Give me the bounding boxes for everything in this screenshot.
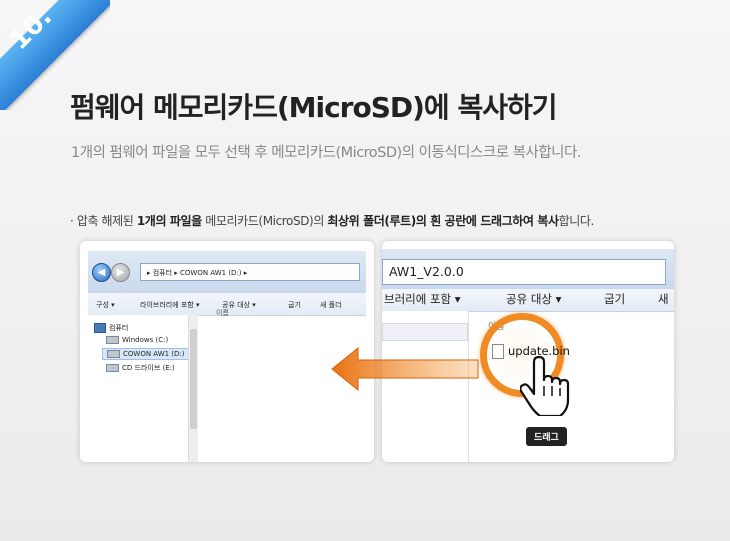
computer-icon	[94, 323, 106, 333]
toolbar-burn[interactable]: 굽기	[288, 300, 301, 310]
page-subtitle: 1개의 펌웨어 파일을 모두 선택 후 메모리카드(MicroSD)의 이동식디…	[71, 145, 581, 161]
toolbar-new[interactable]: 새	[658, 291, 669, 307]
address-input[interactable]: ▸ 컴퓨터 ▸ COWON AW1 (D:) ▸	[140, 263, 360, 281]
address-input[interactable]: AW1_V2.0.0	[382, 259, 666, 285]
navigation-pane: 컴퓨터 Windows (C:) COWON AW1 (D:) CD 드라이브 …	[88, 315, 197, 462]
scrollbar-thumb[interactable]	[190, 329, 197, 429]
instruction-prefix: · 압축 해제된	[70, 214, 137, 228]
drag-label: 드래그	[526, 427, 567, 446]
drive-icon	[107, 350, 120, 358]
tree-item-cd-e[interactable]: CD 드라이브 (E:)	[106, 363, 175, 373]
nav-selected-item[interactable]	[382, 323, 468, 341]
drive-icon	[106, 336, 119, 344]
arrow-left-icon	[331, 346, 479, 392]
back-icon[interactable]: ◀	[92, 263, 111, 282]
toolbar-burn[interactable]: 굽기	[604, 291, 625, 307]
toolbar-share[interactable]: 공유 대상 ▾	[506, 291, 561, 307]
nav-scrollbar[interactable]	[188, 315, 198, 462]
column-header-name[interactable]: 이름	[216, 308, 229, 318]
tree-item-computer[interactable]: 컴퓨터	[94, 323, 128, 333]
hand-cursor-icon	[520, 356, 570, 416]
page-title: 펌웨어 메모리카드(MicroSD)에 복사하기	[70, 91, 557, 124]
toolbar-include-library[interactable]: 라이브러리에 포함 ▾	[140, 300, 199, 310]
address-bar-area: ◀ ▶ ▸ 컴퓨터 ▸ COWON AW1 (D:) ▸	[88, 251, 366, 293]
drive-icon	[106, 364, 119, 372]
instruction-bold-1: 1개의 파일을	[136, 214, 202, 228]
toolbar-organize[interactable]: 구성 ▾	[96, 300, 115, 310]
tree-item-cowon-d[interactable]: COWON AW1 (D:)	[102, 348, 190, 360]
tree-item-windows-c[interactable]: Windows (C:)	[106, 336, 168, 344]
forward-icon[interactable]: ▶	[111, 263, 130, 282]
toolbar-include-library[interactable]: 브러리에 포함 ▾	[384, 291, 461, 307]
instruction-mid: 메모리카드(MicroSD)의	[201, 214, 328, 228]
address-bar-area: AW1_V2.0.0	[382, 249, 674, 291]
instruction-text: · 압축 해제된 1개의 파일을 메모리카드(MicroSD)의 최상위 폴더(…	[70, 212, 594, 229]
instruction-suffix: 합니다.	[558, 214, 595, 228]
explorer-toolbar: 브러리에 포함 ▾ 공유 대상 ▾ 굽기 새	[382, 289, 674, 312]
toolbar-new-folder[interactable]: 새 폴더	[320, 300, 342, 310]
file-icon	[492, 344, 504, 359]
instruction-bold-2: 최상위 폴더(루트)의 흰 공란에 드래그하여 복사	[327, 214, 559, 228]
